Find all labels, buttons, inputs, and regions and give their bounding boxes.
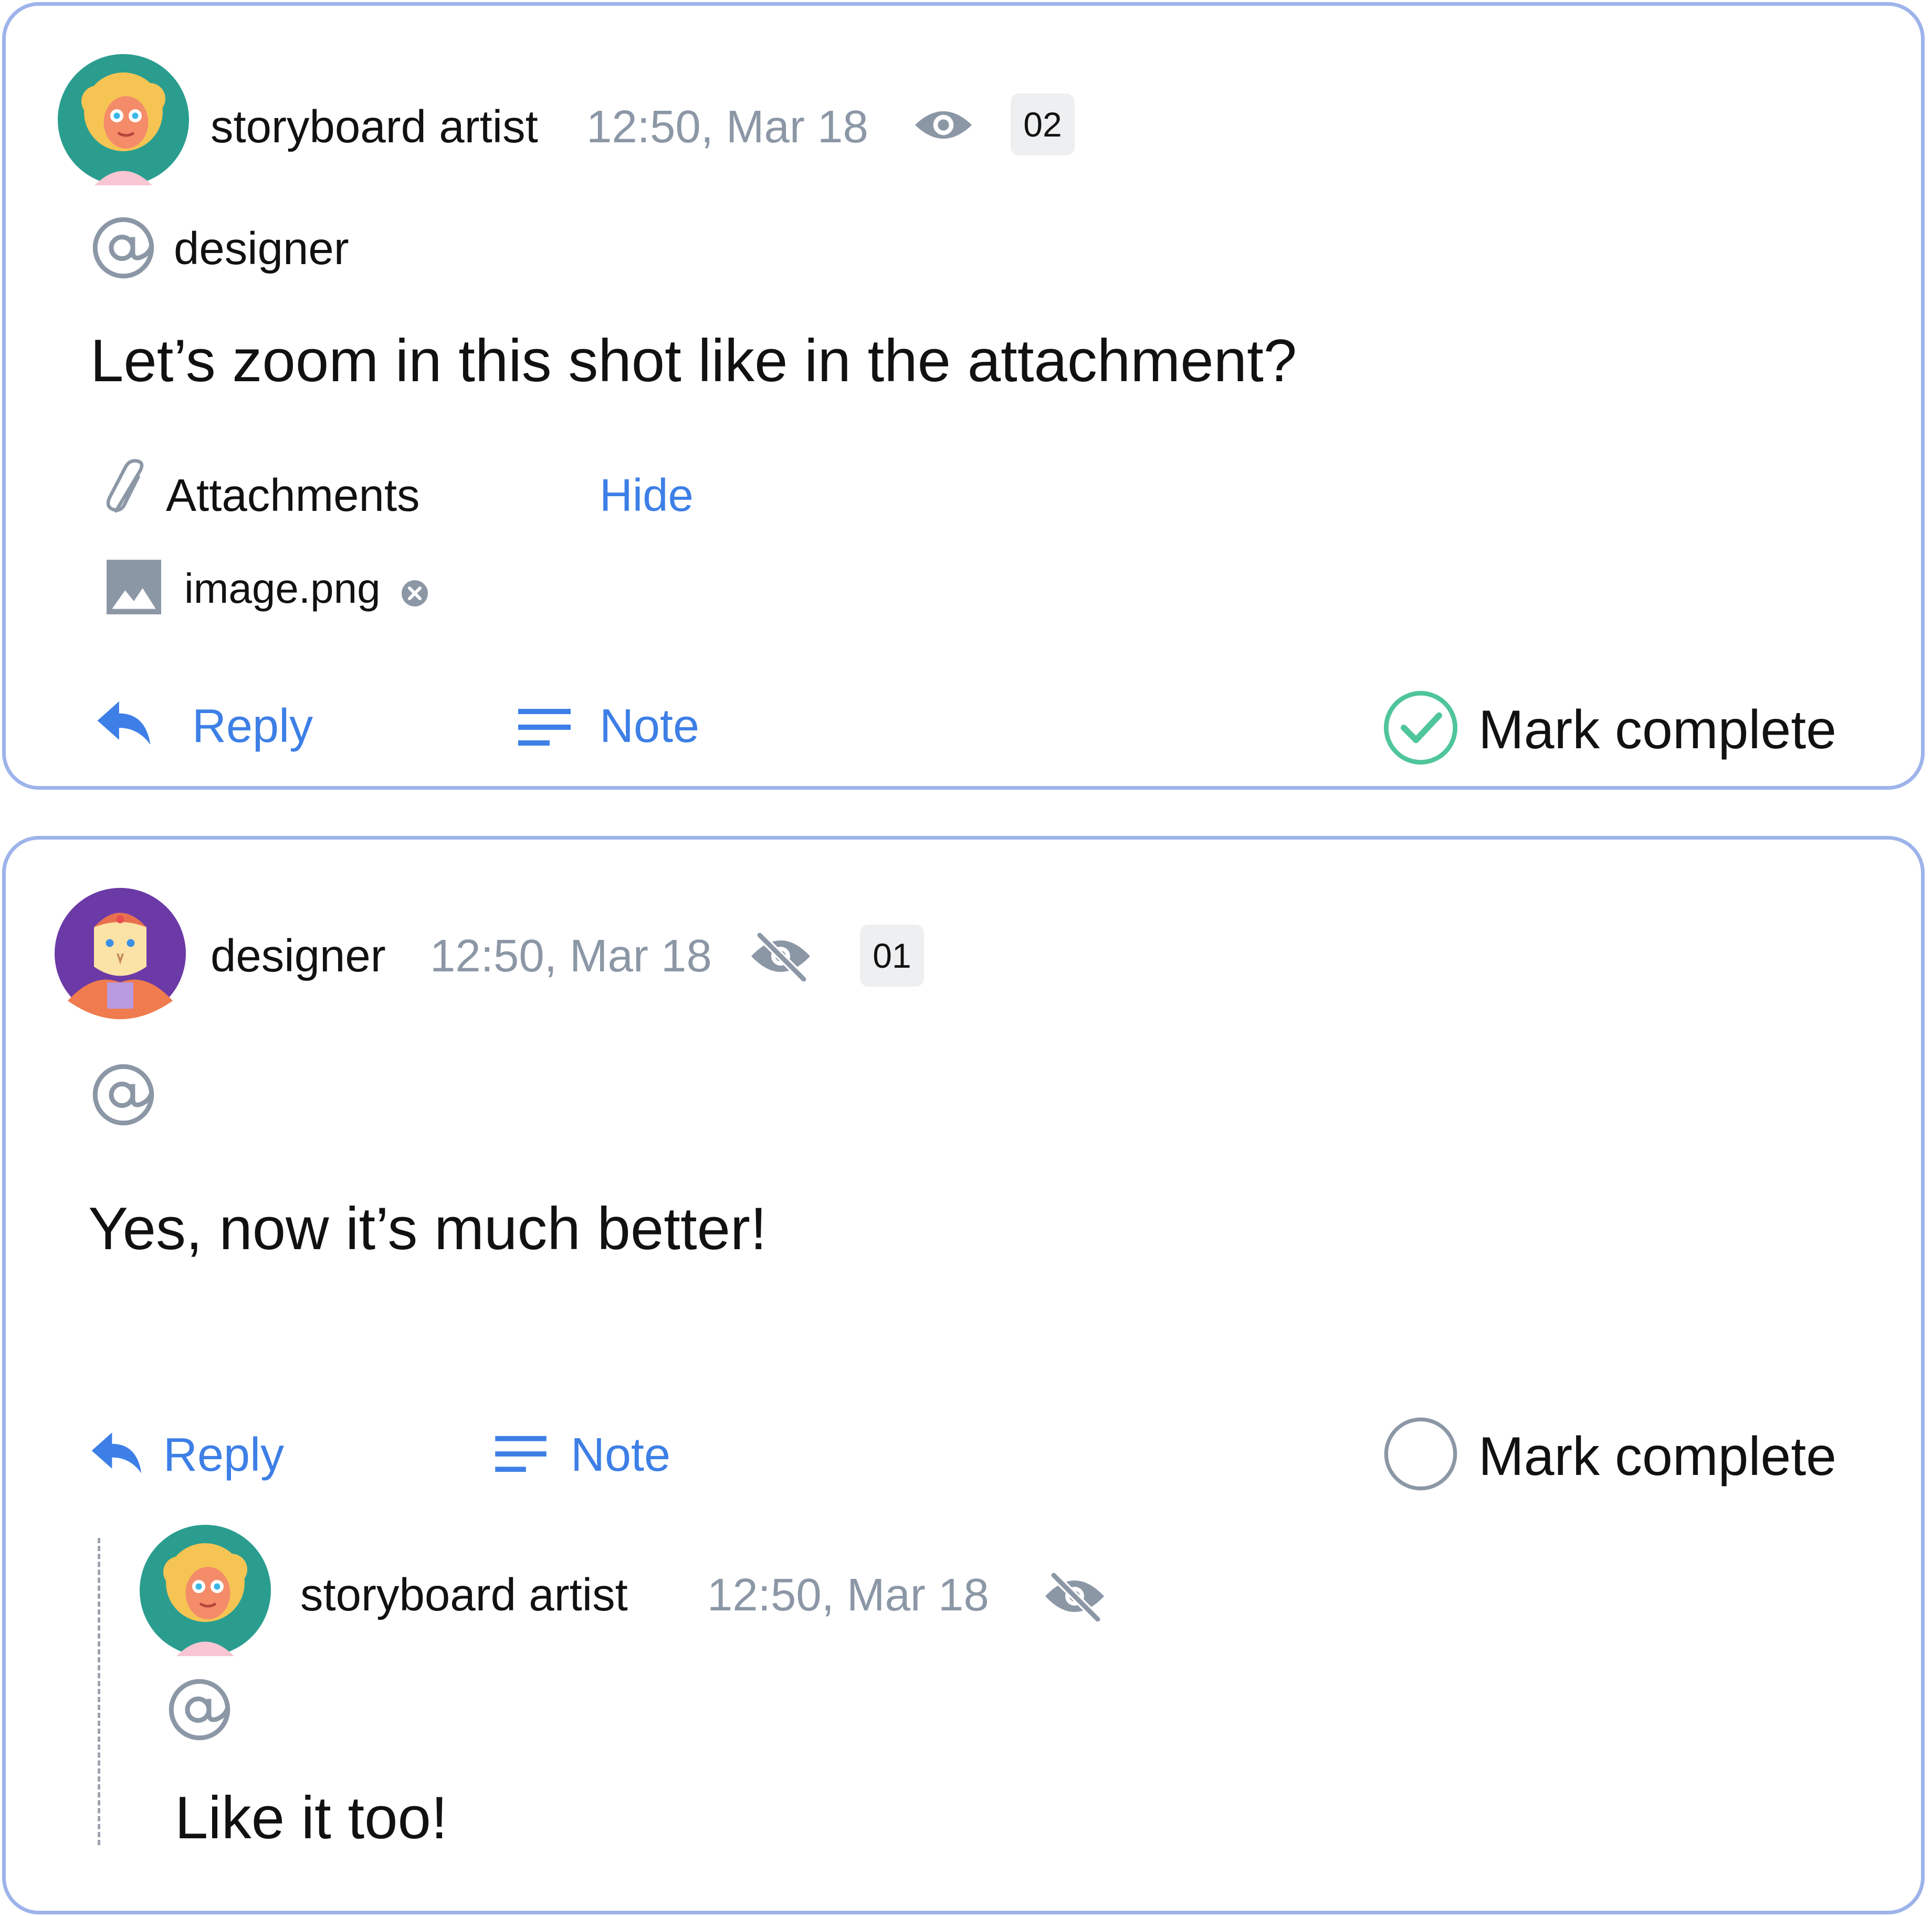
comment-message: Yes, now it’s much better! bbox=[88, 1196, 767, 1262]
paperclip-icon bbox=[103, 458, 155, 521]
eye-off-icon[interactable] bbox=[1043, 1571, 1106, 1621]
avatar bbox=[58, 54, 189, 185]
remove-attachment-icon[interactable] bbox=[402, 580, 428, 606]
reply-author: storyboard artist bbox=[300, 1569, 628, 1620]
attachment-file-name[interactable]: image.png bbox=[184, 568, 381, 610]
comment-timestamp: 12:50, Mar 18 bbox=[586, 101, 868, 152]
note-button[interactable]: Note bbox=[571, 1431, 670, 1479]
eye-off-icon[interactable] bbox=[749, 931, 812, 981]
reply-message: Like it too! bbox=[175, 1785, 448, 1851]
avatar bbox=[140, 1525, 271, 1656]
comment-count-badge: 01 bbox=[860, 925, 924, 987]
eye-icon[interactable] bbox=[913, 106, 974, 144]
mark-complete-button[interactable]: Mark complete bbox=[1478, 703, 1836, 757]
reply-timestamp: 12:50, Mar 18 bbox=[707, 1569, 989, 1620]
reply-button[interactable]: Reply bbox=[192, 703, 313, 750]
note-icon[interactable] bbox=[495, 1434, 547, 1475]
thread-line bbox=[98, 1538, 100, 1845]
comment-timestamp: 12:50, Mar 18 bbox=[430, 930, 712, 981]
at-icon bbox=[90, 1061, 157, 1128]
comment-message: Let’s zoom in this shot like in the atta… bbox=[90, 328, 1297, 394]
hide-attachments-link[interactable]: Hide bbox=[600, 473, 694, 518]
empty-circle-icon[interactable] bbox=[1382, 1416, 1459, 1492]
mention-name[interactable]: designer bbox=[174, 226, 349, 271]
reply-icon[interactable] bbox=[89, 1430, 144, 1475]
comment-author: designer bbox=[211, 930, 386, 981]
note-icon[interactable] bbox=[518, 707, 571, 749]
mark-complete-button[interactable]: Mark complete bbox=[1478, 1429, 1836, 1484]
reply-button[interactable]: Reply bbox=[163, 1431, 284, 1479]
at-icon bbox=[90, 214, 157, 281]
note-button[interactable]: Note bbox=[600, 703, 699, 750]
check-circle-icon[interactable] bbox=[1382, 689, 1459, 766]
avatar bbox=[55, 888, 186, 1019]
comment-card: designer 12:50, Mar 18 01 Yes, now it’s … bbox=[2, 836, 1925, 1914]
comment-count-badge: 02 bbox=[1011, 93, 1075, 155]
at-icon bbox=[166, 1676, 233, 1743]
comment-card: storyboard artist 12:50, Mar 18 02 desig… bbox=[2, 2, 1925, 790]
attachments-label: Attachments bbox=[166, 470, 420, 521]
image-file-icon bbox=[107, 560, 161, 614]
comment-author: storyboard artist bbox=[211, 101, 538, 152]
reply-icon[interactable] bbox=[95, 699, 153, 747]
